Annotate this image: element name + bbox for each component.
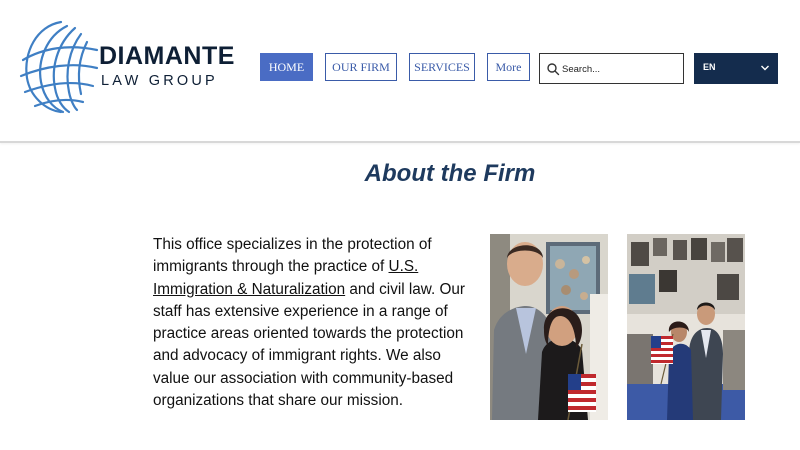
language-label: EN — [703, 62, 716, 72]
photo-staff-with-flag — [490, 234, 608, 420]
chevron-down-icon — [761, 65, 769, 71]
globe-logo-icon — [19, 20, 99, 114]
nav-services-button[interactable]: SERVICES — [409, 53, 475, 81]
about-text-end: and civil law. Our staff has extensive e… — [153, 280, 466, 410]
nav-more-button[interactable]: More — [487, 53, 530, 81]
about-paragraph: This office specializes in the protectio… — [153, 234, 469, 412]
logo-title: DIAMANTE — [99, 42, 235, 70]
search-icon[interactable] — [546, 62, 560, 76]
page-title: About the Firm — [364, 160, 536, 187]
search-box[interactable] — [539, 53, 684, 84]
language-selector[interactable]: EN — [694, 53, 778, 84]
logo-subtitle: LAW GROUP — [101, 73, 218, 89]
site-header: DIAMANTE LAW GROUP HOME OUR FIRM SERVICE… — [0, 0, 800, 143]
photo-office-with-flag — [627, 234, 745, 420]
nav-our-firm-button[interactable]: OUR FIRM — [325, 53, 397, 81]
search-input[interactable] — [562, 59, 680, 79]
nav-home-button[interactable]: HOME — [260, 53, 313, 81]
